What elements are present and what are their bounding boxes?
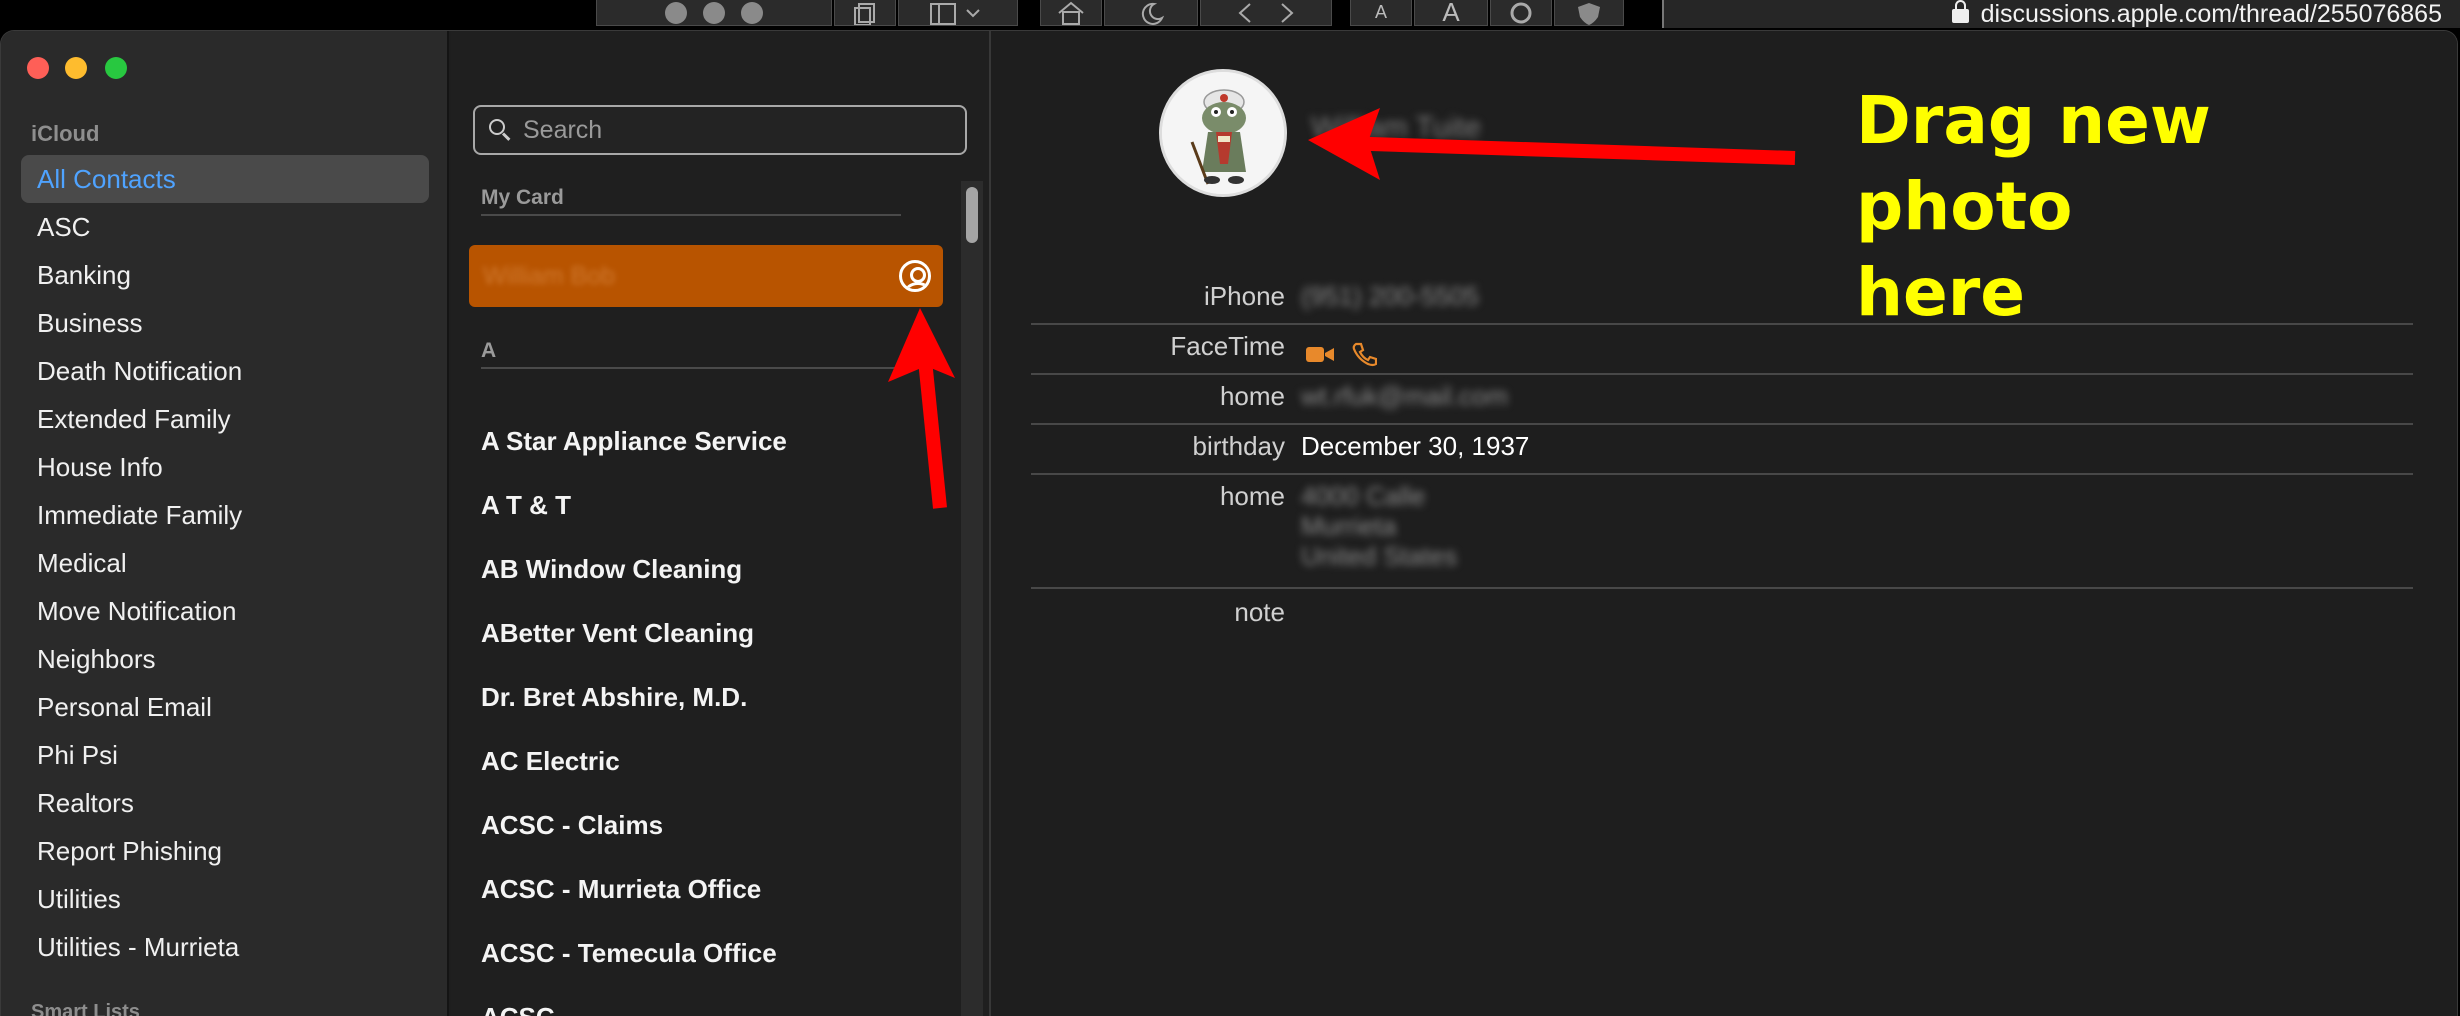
field-label-home-address: home [1219, 481, 1285, 511]
minimize-window-button[interactable] [65, 57, 87, 79]
copy-icon [854, 2, 875, 25]
chevron-right-icon[interactable] [1266, 1, 1306, 25]
contact-list: A Star Appliance Service A T & T AB Window… [481, 409, 921, 1016]
field-label-iphone: iPhone [1204, 281, 1285, 311]
tab-dot-icon [665, 1, 687, 24]
sidebar-item[interactable]: Neighbors [21, 635, 429, 683]
contact-list-item[interactable]: AC Electric [481, 729, 921, 793]
contact-list-item[interactable]: Dr. Bret Abshire, M.D. [481, 665, 921, 729]
sidebar-section-smart-lists: Smart Lists [31, 1001, 140, 1016]
sidebar-item[interactable]: House Info [21, 443, 429, 491]
field-label-facetime: FaceTime [1170, 331, 1285, 361]
annotation-text: Drag new photo here [1856, 78, 2436, 336]
search-input[interactable] [523, 115, 943, 145]
sidebar-item[interactable]: Personal Email [21, 683, 429, 731]
field-home-email: home wt.rfuk@mail.com [1031, 375, 2413, 425]
sidebar-item[interactable]: Medical [21, 539, 429, 587]
chevron-left-icon[interactable] [1226, 1, 1266, 25]
zoom-window-button[interactable] [105, 57, 127, 79]
sidebar-item[interactable]: Realtors [21, 779, 429, 827]
contact-list-scrollbar[interactable] [961, 181, 983, 1016]
sidebar-item[interactable]: Death Notification [21, 347, 429, 395]
font-small-label: A [1374, 2, 1387, 22]
url-bar[interactable]: discussions.apple.com/thread/255076865 [1662, 0, 2460, 28]
contact-list-item[interactable]: A Star Appliance Service [481, 409, 921, 473]
field-value-home-address[interactable]: 4000 Calle Murrieta United States [1301, 475, 1457, 587]
url-text: discussions.apple.com/thread/255076865 [1980, 0, 2442, 28]
sidebar-item[interactable]: ASC [21, 203, 429, 251]
contact-list-item[interactable]: ACSC [481, 985, 921, 1016]
sidebar: iCloud All Contacts ASC Banking Business Dea… [1, 31, 449, 1016]
record-button[interactable] [1490, 0, 1552, 26]
annotation-line-2: here [1856, 254, 2026, 331]
contact-list-item[interactable]: ACSC - Temecula Office [481, 921, 921, 985]
field-birthday: birthday December 30, 1937 [1031, 425, 2413, 475]
contact-list-item[interactable]: ABetter Vent Cleaning [481, 601, 921, 665]
field-label-birthday: birthday [1192, 431, 1286, 461]
my-card-header: My Card [481, 186, 901, 216]
contact-list-pane: My Card William Bob A A Star Appliance S… [451, 31, 991, 1016]
person-circle-icon [899, 260, 931, 292]
address-line-3: United States [1301, 541, 1458, 571]
sidebar-item[interactable]: Extended Family [21, 395, 429, 443]
tab-dot-icon [741, 1, 763, 24]
font-larger-button[interactable]: A [1414, 0, 1488, 27]
field-note: note [1031, 591, 2413, 641]
sidebar-list: All Contacts ASC Banking Business Death Noti… [21, 155, 429, 971]
contact-list-item[interactable]: ACSC - Murrieta Office [481, 857, 921, 921]
sidebar-item[interactable]: Utilities [21, 875, 429, 923]
contact-list-item[interactable]: A T & T [481, 473, 921, 537]
address-line-2: Murrieta [1301, 511, 1397, 541]
field-label-note: note [1234, 597, 1285, 627]
field-value-home-email[interactable]: wt.rfuk@mail.com [1301, 375, 1508, 423]
field-value-birthday[interactable]: December 30, 1937 [1301, 425, 1529, 473]
circle-icon [1510, 2, 1532, 23]
search-icon [489, 119, 511, 141]
phone-icon[interactable] [1351, 341, 1377, 367]
section-header-a: A [481, 339, 901, 369]
search-field[interactable] [473, 105, 967, 155]
sidebar-item[interactable]: Report Phishing [21, 827, 429, 875]
video-camera-icon[interactable] [1305, 343, 1335, 365]
field-value-iphone[interactable]: (951) 200-5505 [1301, 275, 1479, 323]
back-forward-buttons[interactable] [1200, 0, 1332, 26]
sidebar-item[interactable]: Phi Psi [21, 731, 429, 779]
sidebar-item[interactable]: Utilities - Murrieta [21, 923, 429, 971]
sidebar-item[interactable]: All Contacts [21, 155, 429, 203]
contact-list-item[interactable]: AB Window Cleaning [481, 537, 921, 601]
lock-icon [1951, 0, 1969, 23]
close-window-button[interactable] [27, 57, 49, 79]
sidebar-item[interactable]: Business [21, 299, 429, 347]
shield-icon [1578, 2, 1600, 25]
tab-group-buttons[interactable] [596, 0, 832, 26]
home-icon [1058, 1, 1084, 25]
my-card-name: William Bob [483, 261, 615, 290]
field-label-home-email: home [1219, 381, 1285, 411]
chevron-down-icon [966, 8, 980, 17]
my-card-row[interactable]: William Bob [469, 245, 943, 307]
sidebar-item[interactable]: Move Notification [21, 587, 429, 635]
frog-mascot-avatar [1162, 72, 1284, 194]
annotation-line-1: Drag new photo [1856, 82, 2211, 245]
font-smaller-button[interactable]: A [1350, 0, 1412, 26]
scroll-thumb[interactable] [966, 187, 978, 243]
privacy-button[interactable] [1554, 0, 1624, 26]
copy-button[interactable] [834, 0, 896, 26]
sidebar-section-icloud: iCloud [31, 121, 100, 146]
sidebar-item[interactable]: Immediate Family [21, 491, 429, 539]
contact-list-item[interactable]: ACSC - Claims [481, 793, 921, 857]
font-large-label: A [1442, 0, 1460, 27]
moon-icon [1141, 2, 1165, 25]
reader-button[interactable] [1104, 0, 1198, 26]
contact-photo[interactable] [1159, 69, 1287, 197]
field-home-address: home 4000 Calle Murrieta United States [1031, 475, 2413, 589]
sidebar-toggle-button[interactable] [898, 0, 1018, 26]
browser-toolbar: A A discussions.apple.com/thread/2550768… [0, 0, 2460, 28]
home-button[interactable] [1040, 0, 1102, 26]
contact-name: William Tuite [1311, 111, 1482, 144]
tab-dot-icon [703, 1, 725, 24]
sidebar-icon [930, 2, 956, 25]
address-line-1: 4000 Calle [1301, 481, 1426, 511]
sidebar-item[interactable]: Banking [21, 251, 429, 299]
